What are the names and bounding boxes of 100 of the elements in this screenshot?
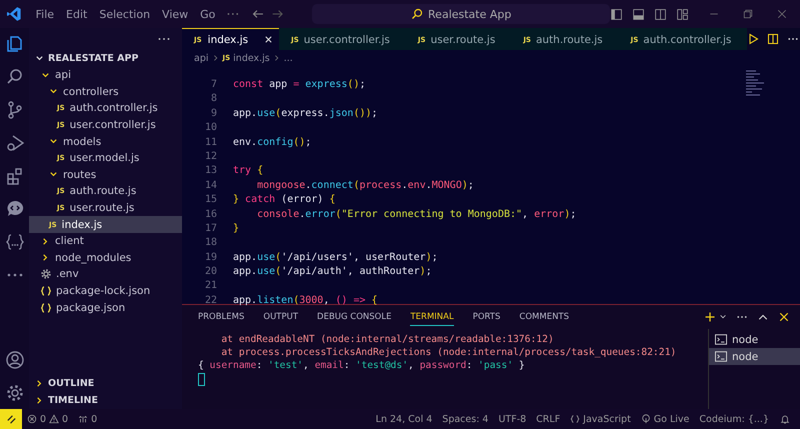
panel-tab[interactable]: COMMENTS bbox=[519, 308, 570, 326]
line-number: 21 bbox=[204, 279, 217, 294]
panel-tab[interactable]: TERMINAL bbox=[410, 308, 454, 326]
braces-icon[interactable] bbox=[4, 232, 24, 252]
terminal-line: at process.processTicksAndRejections (node:internal/process/task_queues:82:21) bbox=[220, 346, 678, 359]
terminal-icon bbox=[715, 351, 727, 362]
braces-icon[interactable] bbox=[570, 414, 580, 424]
menu-item[interactable]: File bbox=[30, 8, 60, 20]
code-line: console.error("Error connecting to MongoDB:", error); bbox=[256, 208, 576, 222]
project-title[interactable]: REALESTATE APP bbox=[48, 53, 138, 64]
code-line: app.use(express.json()); bbox=[233, 106, 378, 121]
line-number: 19 bbox=[204, 250, 217, 265]
extensions-icon[interactable] bbox=[4, 166, 24, 186]
status-item[interactable]: Ln 24, Col 4 bbox=[376, 414, 432, 424]
panel-tab[interactable]: OUTPUT bbox=[263, 308, 298, 326]
terminal-line: { username: 'test', email: 'test@ds', password: 'pass' } bbox=[198, 359, 526, 372]
menu-item[interactable]: Edit bbox=[60, 8, 94, 20]
account-icon[interactable] bbox=[4, 350, 24, 370]
file-tree-item[interactable]: package-lock.json bbox=[29, 282, 182, 300]
chevron-right-icon[interactable] bbox=[41, 253, 50, 262]
bell-icon[interactable] bbox=[780, 414, 790, 424]
file-tree-item[interactable]: .env bbox=[29, 266, 182, 283]
panel-tab[interactable]: PORTS bbox=[472, 308, 500, 326]
line-number: 16 bbox=[204, 208, 217, 222]
broadcast-icon[interactable] bbox=[640, 414, 651, 424]
braces-icon bbox=[41, 302, 51, 313]
status-item[interactable]: UTF-8 bbox=[498, 414, 526, 424]
run-debug-icon[interactable] bbox=[4, 133, 24, 153]
chevron-down-icon[interactable] bbox=[35, 54, 44, 63]
line-number: 11 bbox=[204, 136, 217, 150]
status-item[interactable]: JavaScript bbox=[583, 414, 631, 424]
split-editor-icon[interactable] bbox=[767, 33, 780, 45]
file-tree-item[interactable]: node_modules bbox=[29, 250, 182, 266]
toggle-panel-icon[interactable] bbox=[632, 8, 645, 20]
code-line: mongoose.connect(process.env.MONGO); bbox=[256, 178, 474, 193]
terminal-item[interactable]: node bbox=[709, 348, 800, 365]
status-item[interactable]: Codeium: {...} bbox=[699, 414, 769, 424]
line-number: 7 bbox=[210, 78, 217, 92]
search-field[interactable]: Realestate App bbox=[312, 4, 610, 24]
chat-icon[interactable] bbox=[4, 199, 24, 219]
menu-item[interactable]: Go bbox=[194, 8, 222, 20]
settings-icon[interactable] bbox=[4, 383, 24, 403]
chevron-right-icon[interactable] bbox=[41, 236, 50, 246]
breadcrumb-item[interactable]: api bbox=[194, 52, 208, 64]
chevron-right-icon bbox=[212, 54, 220, 62]
chevron-down-icon[interactable] bbox=[719, 313, 727, 321]
file-tree-item[interactable]: models bbox=[29, 133, 182, 150]
menu-item[interactable]: View bbox=[156, 8, 194, 20]
file-tree-item[interactable]: controllers bbox=[29, 84, 182, 100]
error-count[interactable]: 0 bbox=[40, 414, 46, 424]
file-tree-item[interactable]: client bbox=[29, 232, 182, 250]
line-number: 13 bbox=[204, 164, 217, 178]
chevron-right-icon bbox=[272, 54, 281, 62]
add-terminal-icon[interactable] bbox=[704, 311, 716, 323]
toggle-sidebar-icon[interactable] bbox=[610, 8, 623, 20]
code-line: try { bbox=[233, 164, 264, 178]
status-item[interactable]: CRLF bbox=[536, 414, 560, 424]
code-line: const app = express(); bbox=[233, 78, 366, 92]
file-tree-item[interactable]: package.json bbox=[29, 299, 182, 316]
remote-icon bbox=[6, 414, 16, 424]
code-line: app.use('/api/auth', authRouter); bbox=[233, 265, 432, 280]
split-layout-icon[interactable] bbox=[654, 8, 667, 20]
panel-tab[interactable]: PROBLEMS bbox=[198, 308, 244, 326]
warning-icon[interactable] bbox=[49, 414, 60, 424]
port-count[interactable]: 0 bbox=[91, 414, 98, 424]
terminal-line: at endReadableNT (node:internal/streams/readable:1376:12) bbox=[220, 333, 555, 346]
line-number: 8 bbox=[210, 92, 217, 106]
chevron-down-icon[interactable] bbox=[41, 70, 50, 80]
line-number: 15 bbox=[204, 193, 217, 208]
breadcrumb-item[interactable]: ... bbox=[284, 52, 293, 64]
line-number: 9 bbox=[210, 106, 217, 121]
customize-layout-icon[interactable] bbox=[676, 8, 689, 20]
files-icon[interactable] bbox=[4, 34, 24, 54]
line-number: 12 bbox=[204, 150, 217, 164]
close-panel-icon[interactable] bbox=[778, 311, 790, 323]
status-item[interactable]: Spaces: 4 bbox=[442, 414, 488, 424]
code-line: } catch (error) { bbox=[233, 193, 336, 208]
error-icon[interactable] bbox=[27, 414, 37, 424]
line-number: 10 bbox=[204, 121, 217, 136]
line-number: 14 bbox=[204, 178, 217, 193]
breadcrumb-item[interactable]: index.js bbox=[233, 52, 270, 64]
ports-icon[interactable] bbox=[78, 414, 88, 424]
menu-item[interactable]: Selection bbox=[93, 8, 156, 20]
warning-count[interactable]: 0 bbox=[62, 414, 68, 424]
section-title[interactable]: TIMELINE bbox=[48, 395, 98, 406]
braces-icon bbox=[41, 286, 51, 296]
more-icon[interactable] bbox=[158, 37, 170, 41]
line-number: 18 bbox=[204, 236, 217, 250]
file-tree-item[interactable]: routes bbox=[29, 166, 182, 184]
terminal-item[interactable]: node bbox=[709, 331, 800, 348]
section-title[interactable]: OUTLINE bbox=[48, 378, 94, 389]
remote-button[interactable] bbox=[0, 409, 22, 429]
run-icon[interactable] bbox=[747, 33, 760, 45]
gear-icon bbox=[41, 269, 51, 280]
app-logo-icon bbox=[6, 6, 22, 22]
panel-tab[interactable]: DEBUG CONSOLE bbox=[317, 308, 392, 326]
file-tree-item[interactable]: api bbox=[29, 67, 182, 84]
status-item[interactable]: Go Live bbox=[654, 414, 690, 424]
restore-icon[interactable] bbox=[742, 8, 754, 20]
terminal-icon bbox=[715, 334, 727, 345]
